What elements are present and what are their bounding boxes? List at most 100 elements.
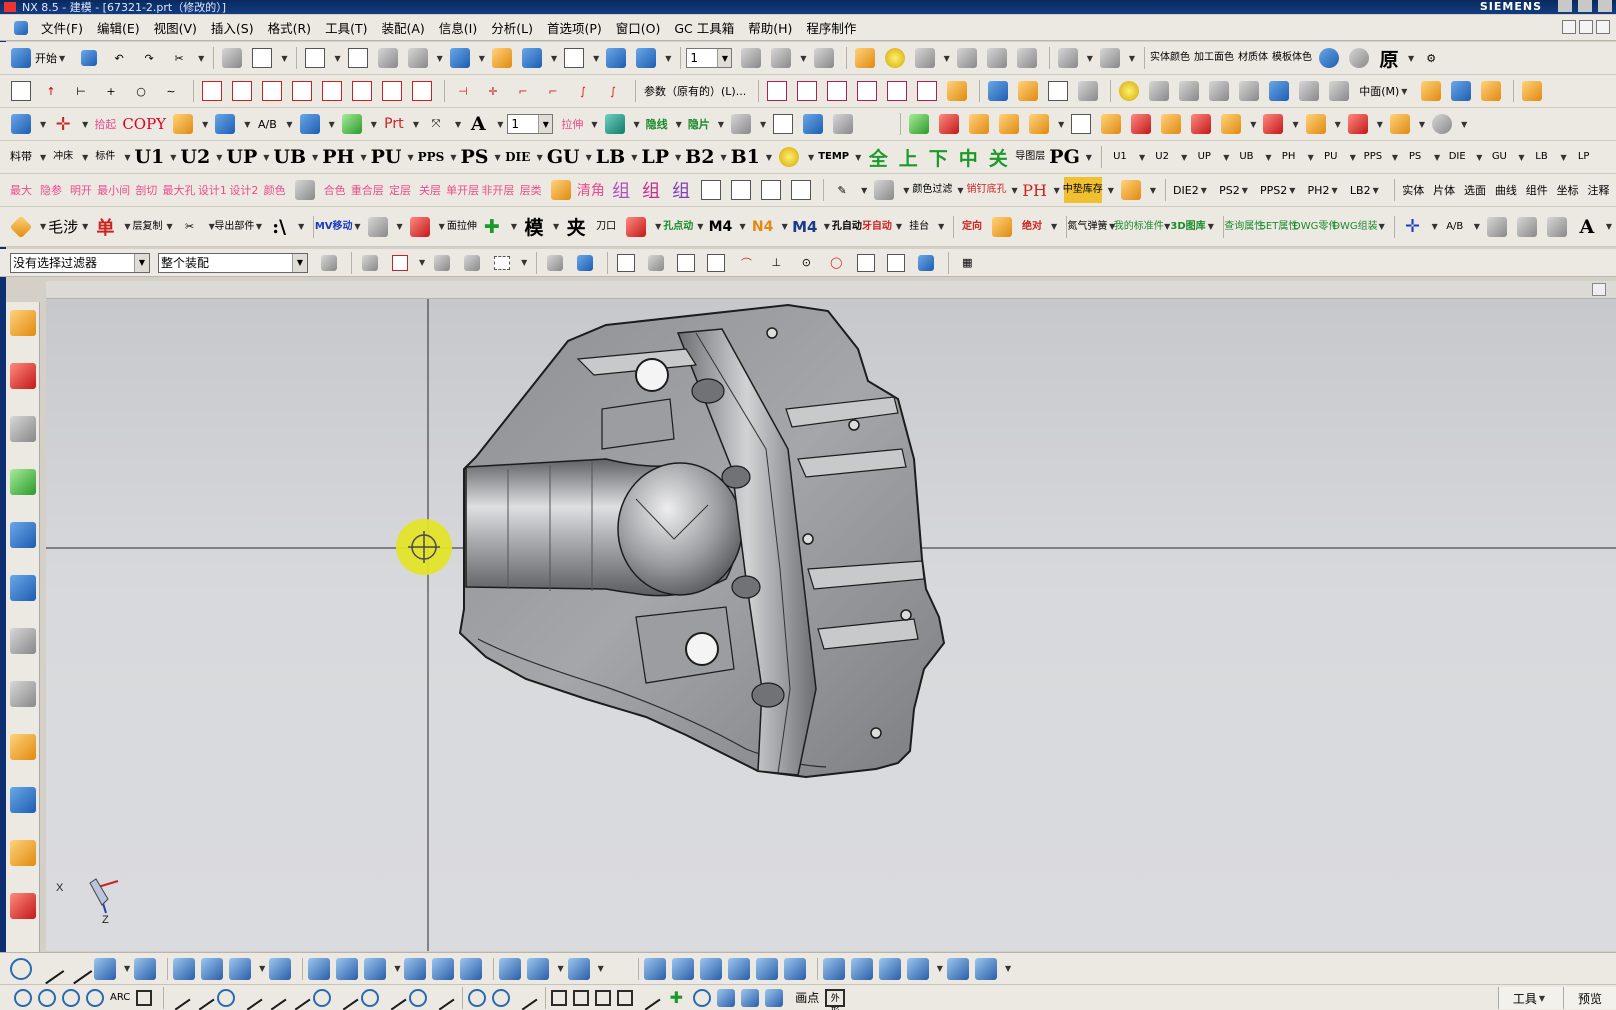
b2-button[interactable]: B2 bbox=[685, 144, 714, 170]
arc-tool-icon[interactable] bbox=[10, 957, 32, 980]
ph2-button[interactable]: PH2 ▼ bbox=[1305, 177, 1343, 203]
fillet-icon[interactable]: ⌐ bbox=[510, 78, 536, 104]
color-button[interactable]: 颜色 bbox=[262, 177, 288, 203]
crosshair-icon[interactable]: ✛ bbox=[50, 111, 76, 137]
arc-center-icon[interactable] bbox=[86, 988, 104, 1007]
text-a-button[interactable]: A bbox=[465, 111, 491, 137]
bridge-curve-icon[interactable] bbox=[173, 957, 196, 980]
arc-label[interactable]: ARC bbox=[110, 992, 130, 1003]
part-a-icon[interactable] bbox=[1098, 111, 1124, 137]
surface-e-icon[interactable] bbox=[460, 957, 483, 980]
snap-icon[interactable] bbox=[912, 45, 938, 71]
select-link-icon[interactable] bbox=[459, 250, 485, 276]
material-body-button[interactable]: 材质体 bbox=[1238, 45, 1268, 71]
gray-b-icon[interactable] bbox=[1514, 214, 1540, 240]
select-feature-icon[interactable] bbox=[357, 250, 383, 276]
hole-auto-button[interactable]: 孔自动 bbox=[832, 214, 862, 240]
color-filter-button[interactable]: 颜色过滤 bbox=[912, 177, 952, 203]
upper-button[interactable]: 上 bbox=[895, 144, 921, 170]
clamp-button[interactable]: 夹 bbox=[563, 214, 589, 240]
all-button[interactable]: 全 bbox=[865, 144, 891, 170]
viewport-menu-icon[interactable] bbox=[1592, 283, 1606, 296]
dimension-icon[interactable] bbox=[1055, 45, 1081, 71]
text-style-icon[interactable]: A bbox=[1574, 214, 1600, 240]
book-icon[interactable] bbox=[985, 78, 1011, 104]
dome-icon[interactable] bbox=[527, 957, 550, 980]
render-style-icon[interactable] bbox=[405, 45, 431, 71]
close-all-button[interactable]: 关 bbox=[985, 144, 1011, 170]
lp-move-button[interactable]: LP bbox=[1571, 144, 1597, 170]
ruler-icon[interactable] bbox=[1097, 45, 1123, 71]
transform-icon[interactable] bbox=[249, 45, 275, 71]
min-gap-button[interactable]: 最小间 bbox=[97, 177, 130, 203]
misc-a-icon[interactable] bbox=[698, 177, 724, 203]
process-studio-icon[interactable] bbox=[10, 734, 36, 760]
body-select-icon[interactable] bbox=[542, 250, 568, 276]
graphics-window[interactable]: X Z bbox=[46, 299, 1616, 951]
diag-line-icon[interactable] bbox=[429, 984, 455, 1010]
robot-icon[interactable] bbox=[871, 177, 897, 203]
sphere-gray-icon[interactable] bbox=[1346, 45, 1372, 71]
face-offset-icon[interactable] bbox=[794, 78, 820, 104]
circle-minus-icon[interactable] bbox=[409, 988, 428, 1007]
menu-program[interactable]: 程序制作 bbox=[799, 18, 863, 37]
frame-icon[interactable] bbox=[1068, 111, 1094, 137]
menu-format[interactable]: 格式(R) bbox=[261, 18, 318, 37]
hide-params-button[interactable]: 隐参 bbox=[38, 177, 64, 203]
constraint-navigator-icon[interactable] bbox=[10, 363, 36, 389]
annotation-filter-button[interactable]: 注释 bbox=[1585, 177, 1612, 203]
face-extrude-button[interactable]: 面拉伸 bbox=[447, 214, 477, 240]
snap-center-icon[interactable]: ⊙ bbox=[793, 250, 819, 276]
roles-icon[interactable] bbox=[10, 840, 36, 866]
menu-preferences[interactable]: 首选项(P) bbox=[540, 18, 609, 37]
prt-button[interactable]: Prt bbox=[381, 111, 407, 137]
spline-icon[interactable]: ∼ bbox=[158, 78, 184, 104]
offset-curve-icon[interactable] bbox=[269, 957, 292, 980]
start-button[interactable]: 开始 ▼ bbox=[8, 45, 72, 71]
tool-c-icon[interactable] bbox=[1478, 78, 1504, 104]
ps-button[interactable]: PS bbox=[460, 144, 488, 170]
curve-fan-icon[interactable] bbox=[94, 957, 116, 980]
part-e-icon[interactable] bbox=[1218, 111, 1244, 137]
surface-b-icon[interactable] bbox=[364, 957, 387, 980]
arrow-up-icon[interactable]: ↑ bbox=[38, 78, 64, 104]
analyze-c-icon[interactable] bbox=[878, 957, 901, 980]
circle-icon[interactable]: ○ bbox=[128, 78, 154, 104]
clean-corner-button[interactable]: 清角 bbox=[577, 177, 605, 203]
component-filter-button[interactable]: 组件 bbox=[1523, 177, 1550, 203]
bin-icon[interactable] bbox=[996, 111, 1022, 137]
max-button[interactable]: 最大 bbox=[8, 177, 34, 203]
dots-sketch-icon[interactable] bbox=[617, 989, 634, 1006]
orient-icon[interactable] bbox=[489, 45, 515, 71]
line-width-field[interactable]: 1 ▼ bbox=[507, 114, 554, 134]
filter-settings-icon[interactable] bbox=[316, 250, 342, 276]
project-curve-icon[interactable] bbox=[201, 957, 224, 980]
menu-information[interactable]: 信息(I) bbox=[432, 18, 484, 37]
plane-icon[interactable] bbox=[1014, 45, 1040, 71]
gu-move-button[interactable]: GU bbox=[1486, 144, 1512, 170]
red-cube-icon[interactable] bbox=[936, 111, 962, 137]
up-move-button[interactable]: UP bbox=[1191, 144, 1217, 170]
redo-icon[interactable]: ↷ bbox=[136, 45, 162, 71]
target-icon[interactable]: ✛ bbox=[1400, 214, 1426, 240]
lp-button[interactable]: LP bbox=[641, 144, 669, 170]
mirror-icon[interactable] bbox=[409, 78, 435, 104]
knife-edge-button[interactable]: 刀口 bbox=[593, 214, 619, 240]
u1-move-button[interactable]: U1 bbox=[1107, 144, 1133, 170]
params-button[interactable]: 参数（原有的）(L)... bbox=[641, 78, 749, 104]
lb-button[interactable]: LB bbox=[596, 144, 625, 170]
pps-move-button[interactable]: PPS bbox=[1360, 144, 1386, 170]
extrude-icon[interactable] bbox=[199, 78, 225, 104]
part-i-icon[interactable] bbox=[1387, 111, 1413, 137]
pg-button[interactable]: PG bbox=[1049, 144, 1080, 170]
part-h-icon[interactable] bbox=[1345, 111, 1371, 137]
doc-minimize-button[interactable] bbox=[1562, 20, 1576, 34]
layer-category-button[interactable]: 层类 bbox=[518, 177, 544, 203]
scale-icon[interactable] bbox=[1326, 78, 1352, 104]
measure-icon[interactable] bbox=[852, 45, 878, 71]
curve-filter-button[interactable]: 曲线 bbox=[1492, 177, 1519, 203]
u2-button[interactable]: U2 bbox=[180, 144, 210, 170]
preview-tab[interactable]: 预览 bbox=[1562, 987, 1616, 1009]
stamp-icon[interactable] bbox=[499, 957, 522, 980]
copy-button[interactable]: COPY bbox=[122, 111, 166, 137]
